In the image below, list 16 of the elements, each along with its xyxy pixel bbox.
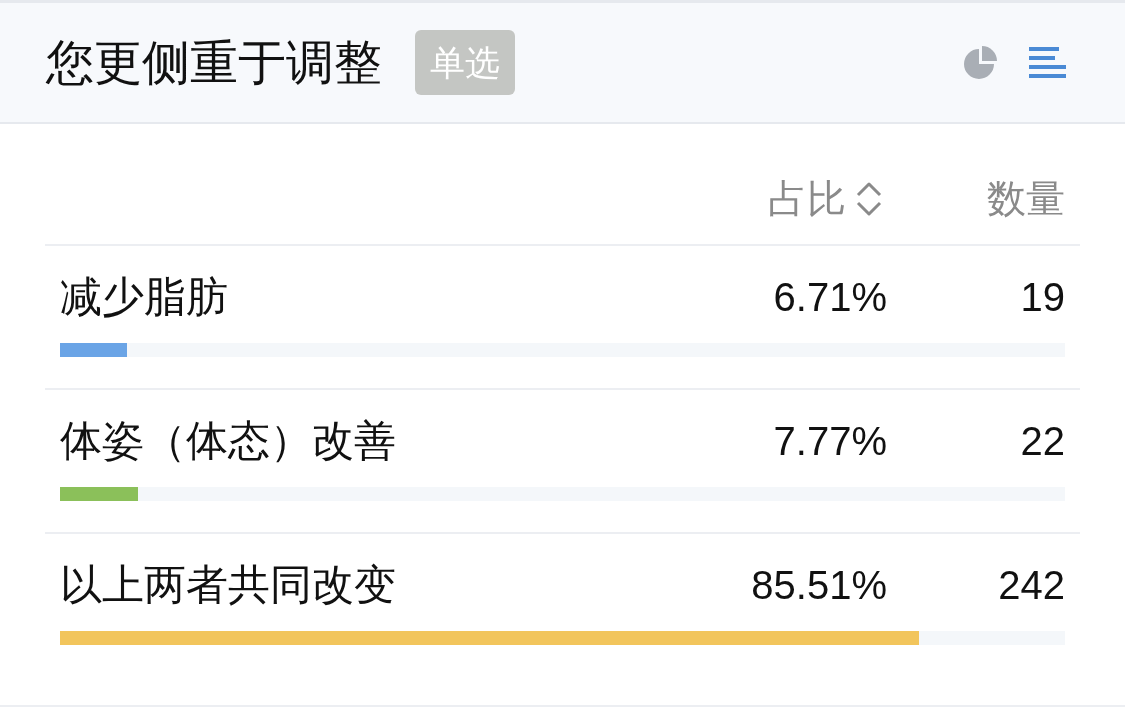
column-header: 数量 [987, 176, 1065, 222]
percentage-value: 7.77% [773, 418, 887, 465]
count-value: 19 [1020, 274, 1065, 321]
option-label: 体姿（体态）改善 [60, 417, 397, 465]
option-label: 减少脂肪 [60, 273, 229, 321]
count-value: 242 [998, 562, 1065, 609]
percentage-value: 6.71% [773, 274, 887, 321]
count-value: 22 [1020, 418, 1065, 465]
pie-chart-view-icon[interactable] [963, 44, 999, 81]
sort-icon[interactable] [856, 182, 882, 216]
option-label: 以上两者共同改变 [60, 561, 397, 609]
bar-list-view-icon[interactable] [1029, 46, 1066, 79]
question-type-tag: 单选 [415, 30, 515, 95]
percentage-value: 85.51% [751, 562, 887, 609]
question-title: 您更侧重于调整 [46, 35, 382, 90]
column-header[interactable]: 占比 [768, 176, 882, 222]
